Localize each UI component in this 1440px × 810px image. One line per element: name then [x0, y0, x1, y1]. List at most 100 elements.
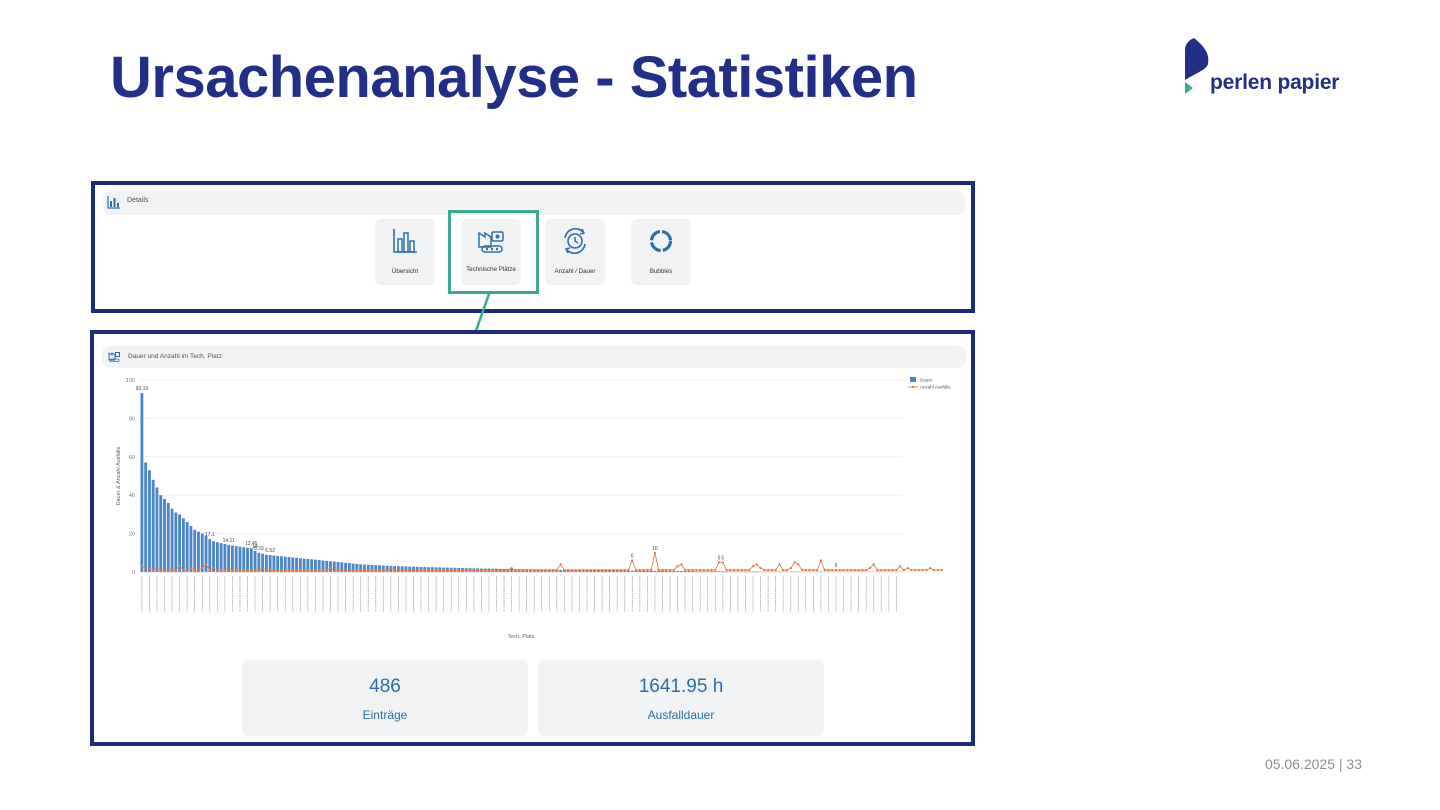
- bar-dauer: [219, 543, 223, 572]
- point-anzahl-ausfaelle: [253, 568, 257, 572]
- point-anzahl-ausfaelle: [529, 568, 532, 572]
- kpi-entries-value: 486: [369, 676, 401, 697]
- point-anzahl-ausfaelle: [672, 568, 675, 572]
- legend-label-anzahl: Anzahl Ausfälle: [920, 385, 951, 390]
- chart-panel-title: Dauer und Anzahl im Tech. Platz: [128, 353, 222, 360]
- bar-dauer: [223, 543, 227, 572]
- point-anzahl-ausfaelle: [823, 568, 826, 572]
- bar-dauer: [170, 508, 174, 572]
- point-anzahl-ausfaelle: [329, 567, 332, 570]
- point-anzahl-ausfaelle: [499, 568, 502, 572]
- bar-dauer: [151, 479, 155, 572]
- point-anzahl-ausfaelle: [269, 568, 272, 572]
- point-anzahl-ausfaelle: [468, 568, 472, 572]
- point-anzahl-ausfaelle: [393, 568, 396, 572]
- bar-dauer: [215, 542, 219, 572]
- point-anzahl-ausfaelle: [476, 568, 479, 572]
- point-anzahl-ausfaelle: [744, 568, 747, 572]
- point-anzahl-ausfaelle: [702, 568, 706, 572]
- point-anzahl-ausfaelle: [144, 567, 147, 570]
- point-anzahl-ausfaelle: [321, 568, 325, 572]
- point-anzahl-ausfaelle: [793, 561, 796, 564]
- point-anzahl-ausfaelle: [827, 568, 830, 572]
- tile-label: Übersicht: [391, 268, 419, 275]
- point-anzahl-ausfaelle: [457, 568, 460, 572]
- kpi-downtime-label: Ausfalldauer: [647, 708, 715, 722]
- kpi-downtime: 1641.95 h Ausfalldauer: [538, 660, 824, 736]
- point-anzahl-ausfaelle: [450, 568, 453, 572]
- point-anzahl-ausfaelle: [865, 568, 868, 572]
- point-anzahl-ausfaelle: [397, 568, 400, 572]
- point-anzahl-ausfaelle: [638, 568, 641, 572]
- point-anzahl-ausfaelle: [159, 568, 162, 572]
- point-anzahl-ausfaelle: [189, 567, 193, 570]
- point-anzahl-ausfaelle: [751, 565, 755, 568]
- point-anzahl-ausfaelle: [548, 568, 551, 572]
- point-anzahl-ausfaelle: [340, 568, 343, 572]
- point-anzahl-ausfaelle: [717, 561, 721, 564]
- y-tick-label: 40: [129, 493, 135, 499]
- point-anzahl-ausfaelle: [287, 568, 291, 572]
- point-anzahl-ausfaelle: [853, 568, 856, 572]
- point-anzahl-ausfaelle: [661, 568, 664, 572]
- data-label: 5: [721, 555, 724, 561]
- point-anzahl-ausfaelle: [344, 568, 347, 572]
- point-anzahl-ausfaelle: [382, 568, 385, 572]
- point-anzahl-ausfaelle: [480, 568, 483, 572]
- point-anzahl-ausfaelle: [257, 568, 260, 572]
- point-anzahl-ausfaelle: [683, 568, 687, 572]
- point-anzahl-ausfaelle: [800, 568, 804, 572]
- kpi-entries: 486 Einträge: [242, 660, 528, 736]
- point-anzahl-ausfaelle: [220, 568, 223, 572]
- y-tick-label: 0: [132, 570, 135, 576]
- point-anzahl-ausfaelle: [419, 568, 423, 572]
- point-anzahl-ausfaelle: [778, 563, 781, 566]
- point-anzahl-ausfaelle: [921, 568, 924, 572]
- point-anzahl-ausfaelle: [657, 568, 660, 572]
- point-anzahl-ausfaelle: [929, 567, 932, 570]
- chart-panel-header: Dauer und Anzahl im Tech. Platz: [102, 346, 966, 368]
- point-anzahl-ausfaelle: [876, 568, 879, 572]
- point-anzahl-ausfaelle: [567, 568, 570, 572]
- point-anzahl-ausfaelle: [167, 567, 170, 570]
- bar-dauer: [249, 548, 253, 572]
- point-anzahl-ausfaelle: [212, 567, 215, 570]
- point-anzahl-ausfaelle: [740, 568, 743, 572]
- point-anzahl-ausfaelle: [578, 568, 581, 572]
- selected-tile-highlight: [448, 210, 539, 294]
- point-anzahl-ausfaelle: [204, 563, 208, 566]
- point-anzahl-ausfaelle: [601, 568, 604, 572]
- point-anzahl-ausfaelle: [748, 568, 751, 572]
- point-anzahl-ausfaelle: [412, 568, 415, 572]
- point-anzahl-ausfaelle: [612, 568, 615, 572]
- duration-count-chart: 0 20 40 60 80 100 Dauer & Anzahl Ausfälle 93.19…: [116, 377, 951, 640]
- point-anzahl-ausfaelle: [540, 568, 543, 572]
- tile-anzahl-dauer[interactable]: Anzahl / Dauer: [545, 219, 605, 285]
- point-anzahl-ausfaelle: [714, 568, 717, 572]
- tile-bubbles[interactable]: Bubbles: [631, 219, 691, 285]
- point-anzahl-ausfaelle: [363, 568, 366, 572]
- point-anzahl-ausfaelle: [140, 565, 143, 568]
- point-anzahl-ausfaelle: [291, 568, 294, 572]
- data-label: 17.1: [205, 532, 215, 538]
- point-anzahl-ausfaelle: [302, 568, 306, 572]
- bar-dauer: [197, 531, 200, 572]
- bar-dauer: [159, 495, 163, 572]
- point-anzahl-ausfaelle: [435, 568, 438, 572]
- point-anzahl-ausfaelle: [857, 568, 860, 572]
- point-anzahl-ausfaelle: [585, 568, 589, 572]
- y-tick-label: 80: [129, 416, 135, 422]
- point-anzahl-ausfaelle: [404, 568, 408, 572]
- point-anzahl-ausfaelle: [378, 568, 381, 572]
- point-anzahl-ausfaelle: [653, 551, 657, 554]
- slide-footer: 05.06.2025 | 33: [1264, 756, 1362, 772]
- tile-uebersicht[interactable]: Übersicht: [375, 219, 435, 285]
- data-label: 10: [652, 546, 658, 552]
- point-anzahl-ausfaelle: [804, 568, 807, 572]
- point-anzahl-ausfaelle: [484, 568, 487, 572]
- point-anzahl-ausfaelle: [551, 568, 555, 572]
- point-anzahl-ausfaelle: [733, 568, 736, 572]
- point-anzahl-ausfaelle: [899, 565, 902, 568]
- factory-small-icon: [108, 352, 120, 362]
- point-anzahl-ausfaelle: [431, 568, 434, 572]
